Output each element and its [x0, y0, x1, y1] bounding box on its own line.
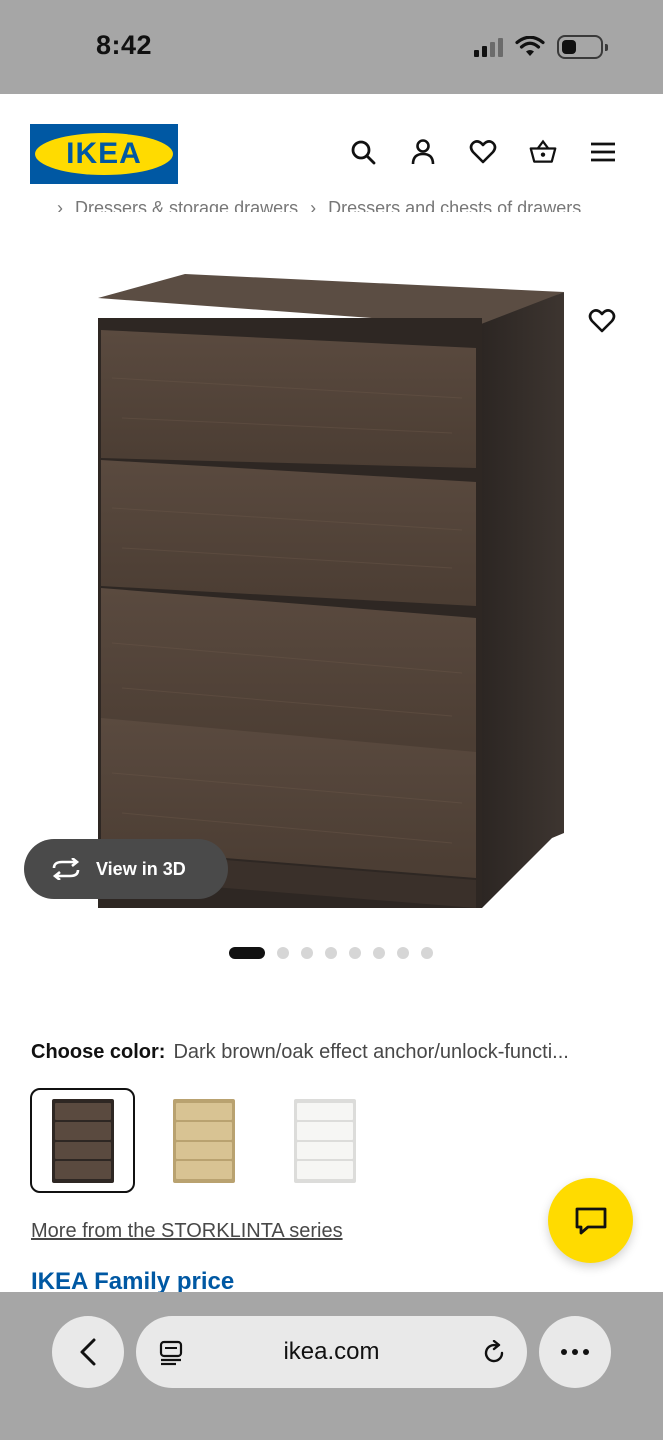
battery-icon: [557, 35, 608, 59]
site-header: IKEA: [0, 94, 663, 212]
chat-button[interactable]: [548, 1178, 633, 1263]
carousel-dot[interactable]: [277, 947, 289, 959]
account-icon[interactable]: [409, 138, 437, 166]
status-icons: [474, 35, 608, 59]
back-button[interactable]: [52, 1316, 124, 1388]
choose-color-heading: Choose color:: [31, 1041, 166, 1063]
carousel-dot[interactable]: [349, 947, 361, 959]
swatch-oak-effect-thumbnail: [172, 1098, 235, 1183]
cellular-signal-icon: [474, 37, 503, 57]
swatch-dark-brown[interactable]: [30, 1088, 135, 1193]
url-text: ikea.com: [283, 1338, 380, 1365]
swatch-white-thumbnail: [293, 1098, 356, 1183]
carousel-dot[interactable]: [397, 947, 409, 959]
save-to-list-heart-icon[interactable]: [585, 304, 619, 338]
carousel-dot[interactable]: [421, 947, 433, 959]
swatch-white[interactable]: [272, 1088, 377, 1193]
menu-icon[interactable]: [589, 138, 617, 166]
status-bar: 8:42: [0, 0, 663, 94]
header-icons: [349, 138, 617, 166]
address-bar[interactable]: ikea.com: [136, 1316, 527, 1388]
series-link[interactable]: More from the STORKLINTA series: [31, 1220, 343, 1243]
reload-icon[interactable]: [481, 1340, 507, 1366]
selected-color-value: Dark brown/oak effect anchor/unlock-func…: [173, 1041, 569, 1063]
carousel-dot[interactable]: [373, 947, 385, 959]
chevron-left-icon: [80, 1338, 96, 1366]
basket-icon[interactable]: [529, 138, 557, 166]
chat-icon: [575, 1207, 606, 1234]
dot: [583, 1349, 589, 1355]
ikea-logo[interactable]: IKEA: [30, 124, 178, 184]
swatch-oak-effect[interactable]: [151, 1088, 256, 1193]
carousel-dot[interactable]: [229, 947, 265, 959]
view-in-3d-label: View in 3D: [96, 858, 186, 879]
rotate-3d-icon: [52, 858, 80, 880]
color-chooser-label: Choose color: Dark brown/oak effect ancho…: [31, 1041, 641, 1064]
color-swatches: [30, 1088, 377, 1193]
image-carousel-dots: [229, 947, 433, 959]
wifi-icon: [515, 36, 545, 56]
carousel-dot[interactable]: [325, 947, 337, 959]
more-options-button[interactable]: [539, 1316, 611, 1388]
header-overlap: [0, 212, 663, 224]
search-icon[interactable]: [349, 138, 377, 166]
view-in-3d-button[interactable]: View in 3D: [24, 839, 228, 899]
heart-icon[interactable]: [469, 138, 497, 166]
status-time: 8:42: [96, 30, 153, 60]
swatch-dark-brown-thumbnail: [51, 1098, 114, 1183]
carousel-dot[interactable]: [301, 947, 313, 959]
browser-toolbar: ikea.com: [0, 1292, 663, 1440]
dot: [572, 1349, 578, 1355]
product-image[interactable]: [92, 268, 576, 912]
logo-text: IKEA: [66, 137, 142, 170]
dot: [561, 1349, 567, 1355]
tab-overview-icon[interactable]: [158, 1340, 184, 1366]
